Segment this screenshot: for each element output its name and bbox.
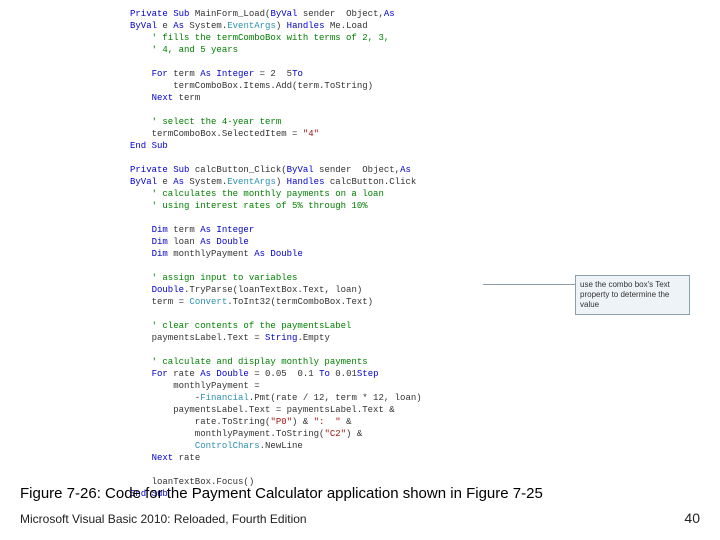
code-line [130, 260, 570, 272]
code-line: Next rate [130, 452, 570, 464]
code-line: ' 4, and 5 years [130, 44, 570, 56]
code-line [130, 344, 570, 356]
code-line: ByVal e As System.EventArgs) Handles cal… [130, 176, 570, 188]
code-line: Double.TryParse(loanTextBox.Text, loan) [130, 284, 570, 296]
code-line: monthlyPayment.ToString("C2") & [130, 428, 570, 440]
code-line: rate.ToString("P0") & ": " & [130, 416, 570, 428]
code-line: ' select the 4-year term [130, 116, 570, 128]
code-line: paymentsLabel.Text = paymentsLabel.Text … [130, 404, 570, 416]
code-line: monthlyPayment = [130, 380, 570, 392]
code-line [130, 308, 570, 320]
code-line: ' clear contents of the paymentsLabel [130, 320, 570, 332]
code-listing: Private Sub MainForm_Load(ByVal sender O… [130, 8, 570, 500]
code-line: Dim term As Integer [130, 224, 570, 236]
code-line: Next term [130, 92, 570, 104]
code-line: -Financial.Pmt(rate / 12, term * 12, loa… [130, 392, 570, 404]
code-line: Dim loan As Double [130, 236, 570, 248]
footer-page-number: 40 [684, 510, 700, 526]
code-line: ' calculates the monthly payments on a l… [130, 188, 570, 200]
code-line: Private Sub MainForm_Load(ByVal sender O… [130, 8, 570, 20]
code-line: ControlChars.NewLine [130, 440, 570, 452]
code-line [130, 152, 570, 164]
code-line: For rate As Double = 0.05 0.1 To 0.01Ste… [130, 368, 570, 380]
code-line: Private Sub calcButton_Click(ByVal sende… [130, 164, 570, 176]
code-line: termComboBox.Items.Add(term.ToString) [130, 80, 570, 92]
callout-box: use the combo box's Text property to det… [575, 275, 690, 315]
code-line: ' assign input to variables [130, 272, 570, 284]
callout-leader-line [483, 284, 583, 285]
code-line: term = Convert.ToInt32(termComboBox.Text… [130, 296, 570, 308]
code-line: Dim monthlyPayment As Double [130, 248, 570, 260]
code-line: ' using interest rates of 5% through 10% [130, 200, 570, 212]
code-line: For term As Integer = 2 5To [130, 68, 570, 80]
code-line: paymentsLabel.Text = String.Empty [130, 332, 570, 344]
code-line: ' fills the termComboBox with terms of 2… [130, 32, 570, 44]
code-line [130, 464, 570, 476]
code-line: ' calculate and display monthly payments [130, 356, 570, 368]
figure-caption: Figure 7-26: Code for the Payment Calcul… [20, 485, 543, 502]
code-line [130, 56, 570, 68]
footer-book-title: Microsoft Visual Basic 2010: Reloaded, F… [20, 512, 307, 526]
code-line: End Sub [130, 140, 570, 152]
code-line: termComboBox.SelectedItem = "4" [130, 128, 570, 140]
code-line: ByVal e As System.EventArgs) Handles Me.… [130, 20, 570, 32]
code-line [130, 212, 570, 224]
code-line [130, 104, 570, 116]
